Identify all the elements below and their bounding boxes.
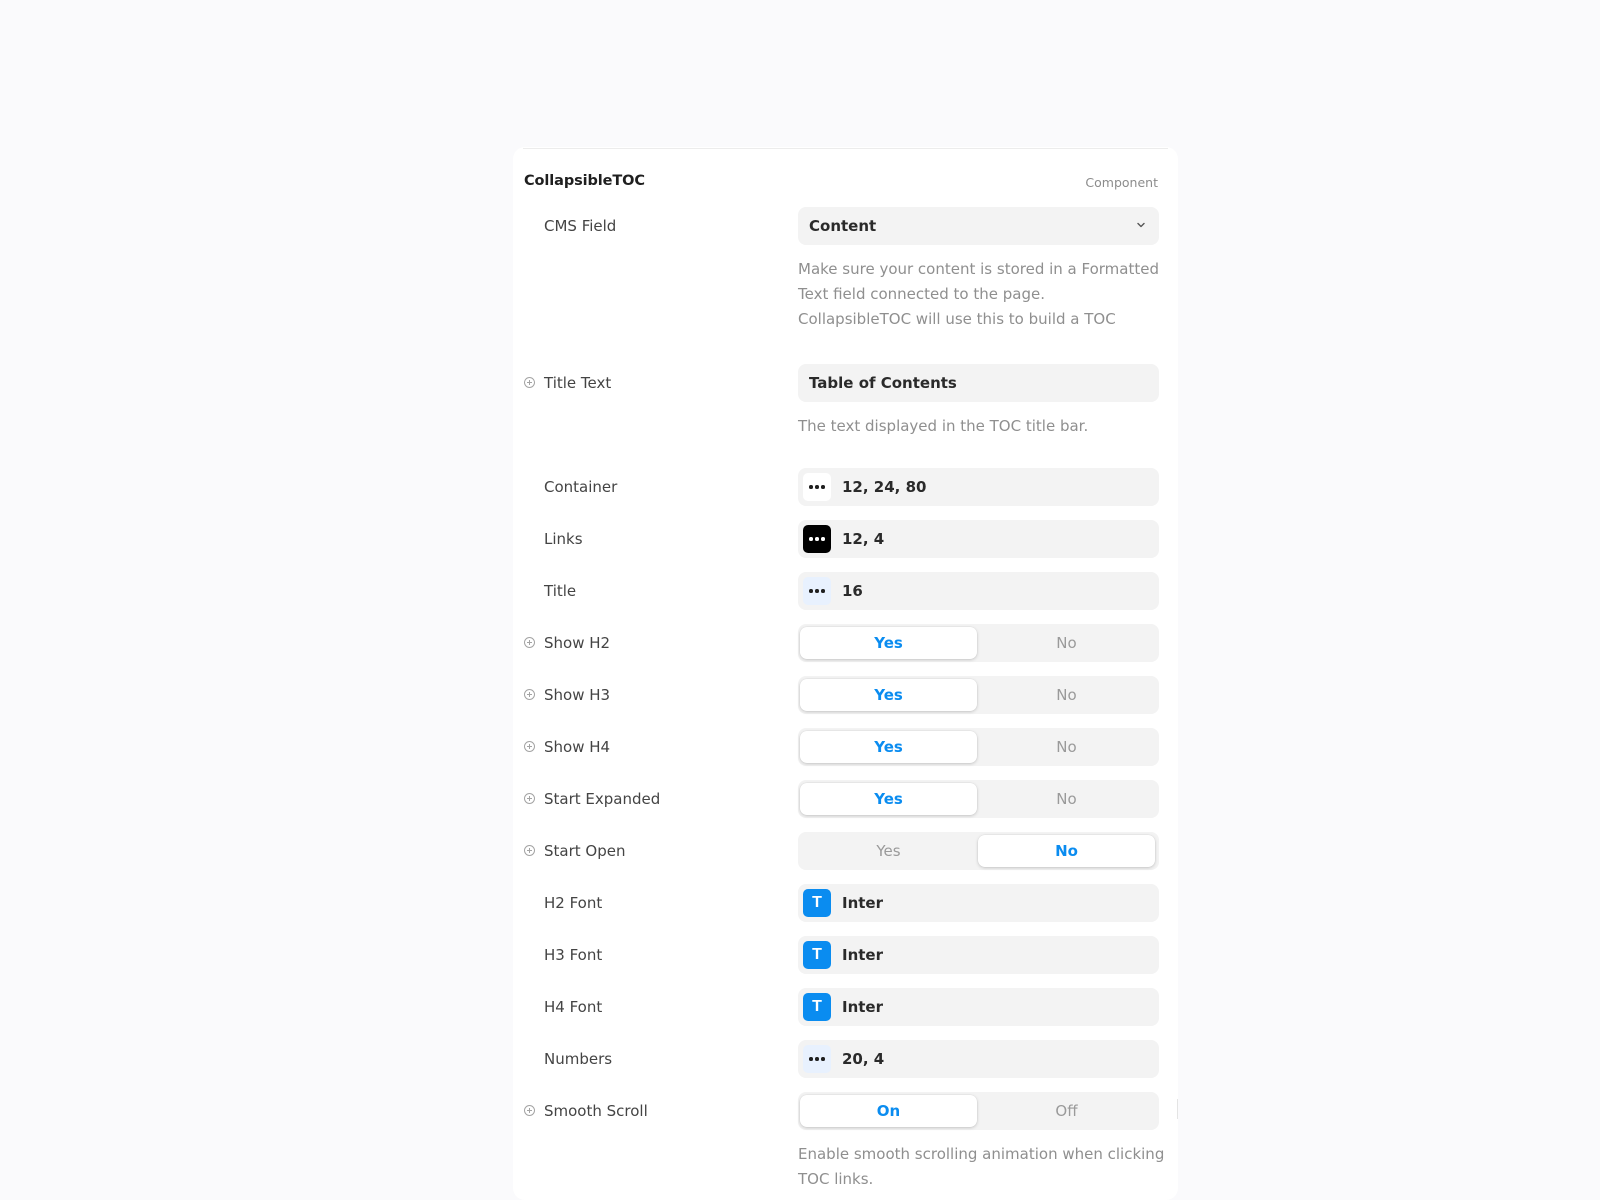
row-start-open: Start Open Yes No (513, 832, 1178, 870)
h4-font-control[interactable]: T Inter (798, 988, 1159, 1026)
h4-font-value: Inter (842, 998, 884, 1016)
row-title: Title 16 (513, 572, 1178, 610)
show-h2-label: Show H2 (544, 634, 611, 652)
row-show-h4: Show H4 Yes No (513, 728, 1178, 766)
title-control[interactable]: 16 (798, 572, 1159, 610)
start-open-toggle: Yes No (798, 832, 1159, 870)
show-h3-label: Show H3 (544, 686, 611, 704)
show-h4-no-option[interactable]: No (978, 731, 1155, 763)
row-h4-font: H4 Font T Inter (513, 988, 1178, 1026)
row-links: Links 12, 4 (513, 520, 1178, 558)
reset-plus-icon[interactable] (524, 1105, 535, 1116)
start-expanded-label: Start Expanded (544, 790, 661, 808)
show-h4-yes-option[interactable]: Yes (800, 731, 977, 763)
text-font-icon[interactable]: T (803, 889, 831, 917)
row-show-h3: Show H3 Yes No (513, 676, 1178, 714)
show-h3-yes-option[interactable]: Yes (800, 679, 977, 711)
row-smooth-scroll: Smooth Scroll On Off (513, 1092, 1178, 1130)
show-h2-no-option[interactable]: No (978, 627, 1155, 659)
h4-font-label: H4 Font (544, 998, 603, 1016)
show-h2-toggle: Yes No (798, 624, 1159, 662)
show-h4-label: Show H4 (544, 738, 611, 756)
component-name: CollapsibleTOC (524, 173, 645, 189)
more-dots-icon[interactable] (803, 525, 831, 553)
help-line: The text displayed in the TOC title bar. (798, 417, 1089, 435)
reset-plus-icon[interactable] (524, 741, 535, 752)
cms-field-value: Content (809, 217, 877, 235)
row-show-h2: Show H2 Yes No (513, 624, 1178, 662)
title-value: 16 (842, 582, 863, 600)
start-open-yes-option[interactable]: Yes (800, 835, 977, 867)
row-title-text: Title Text Table of Contents (513, 364, 1178, 402)
row-h2-font: H2 Font T Inter (513, 884, 1178, 922)
smooth-scroll-off-option[interactable]: Off (978, 1095, 1155, 1127)
panel-edge-divider (1177, 1099, 1178, 1119)
smooth-scroll-label: Smooth Scroll (544, 1102, 648, 1120)
reset-plus-icon[interactable] (524, 689, 535, 700)
title-text-help: The text displayed in the TOC title bar. (798, 414, 1168, 439)
numbers-value: 20, 4 (842, 1050, 885, 1068)
h3-font-value: Inter (842, 946, 884, 964)
show-h4-toggle: Yes No (798, 728, 1159, 766)
row-start-expanded: Start Expanded Yes No (513, 780, 1178, 818)
show-h3-toggle: Yes No (798, 676, 1159, 714)
row-cms-field: CMS Field Content (513, 207, 1178, 245)
panel-divider (523, 148, 1168, 149)
smooth-scroll-on-option[interactable]: On (800, 1095, 977, 1127)
row-container: Container 12, 24, 80 (513, 468, 1178, 506)
more-dots-icon[interactable] (803, 577, 831, 605)
h3-font-label: H3 Font (544, 946, 603, 964)
reset-plus-icon[interactable] (524, 793, 535, 804)
text-font-icon[interactable]: T (803, 993, 831, 1021)
smooth-scroll-help: Enable smooth scrolling animation when c… (798, 1142, 1168, 1192)
component-header: CollapsibleTOC Component (524, 171, 1158, 195)
row-h3-font: H3 Font T Inter (513, 936, 1178, 974)
container-value: 12, 24, 80 (842, 478, 927, 496)
more-dots-icon[interactable] (803, 473, 831, 501)
start-expanded-toggle: Yes No (798, 780, 1159, 818)
numbers-control[interactable]: 20, 4 (798, 1040, 1159, 1078)
title-text-input[interactable]: Table of Contents (798, 364, 1159, 402)
smooth-scroll-toggle: On Off (798, 1092, 1159, 1130)
chevron-down-icon (1137, 222, 1145, 228)
start-open-no-option[interactable]: No (978, 835, 1155, 867)
reset-plus-icon[interactable] (524, 377, 535, 388)
title-text-label: Title Text (544, 374, 612, 392)
container-control[interactable]: 12, 24, 80 (798, 468, 1159, 506)
links-value: 12, 4 (842, 530, 885, 548)
numbers-label: Numbers (544, 1050, 613, 1068)
show-h2-yes-option[interactable]: Yes (800, 627, 977, 659)
row-numbers: Numbers 20, 4 (513, 1040, 1178, 1078)
help-line: TOC links. (798, 1170, 874, 1188)
cms-field-label: CMS Field (544, 217, 617, 235)
help-line: Enable smooth scrolling animation when c… (798, 1145, 1165, 1163)
help-line: Text field connected to the page. (798, 285, 1045, 303)
h3-font-control[interactable]: T Inter (798, 936, 1159, 974)
help-line: CollapsibleTOC will use this to build a … (798, 310, 1116, 328)
more-dots-icon[interactable] (803, 1045, 831, 1073)
cms-field-select[interactable]: Content (798, 207, 1159, 245)
h2-font-value: Inter (842, 894, 884, 912)
start-expanded-no-option[interactable]: No (978, 783, 1155, 815)
h2-font-control[interactable]: T Inter (798, 884, 1159, 922)
properties-panel: CollapsibleTOC Component CMS Field Conte… (513, 147, 1178, 1200)
component-kind-label: Component (1085, 175, 1158, 190)
container-label: Container (544, 478, 618, 496)
reset-plus-icon[interactable] (524, 845, 535, 856)
cms-field-help: Make sure your content is stored in a Fo… (798, 257, 1168, 332)
reset-plus-icon[interactable] (524, 637, 535, 648)
help-line: Make sure your content is stored in a Fo… (798, 260, 1160, 278)
title-text-value: Table of Contents (809, 374, 957, 392)
start-open-label: Start Open (544, 842, 626, 860)
text-font-icon[interactable]: T (803, 941, 831, 969)
h2-font-label: H2 Font (544, 894, 603, 912)
links-label: Links (544, 530, 583, 548)
title-label: Title (544, 582, 577, 600)
links-control[interactable]: 12, 4 (798, 520, 1159, 558)
start-expanded-yes-option[interactable]: Yes (800, 783, 977, 815)
show-h3-no-option[interactable]: No (978, 679, 1155, 711)
